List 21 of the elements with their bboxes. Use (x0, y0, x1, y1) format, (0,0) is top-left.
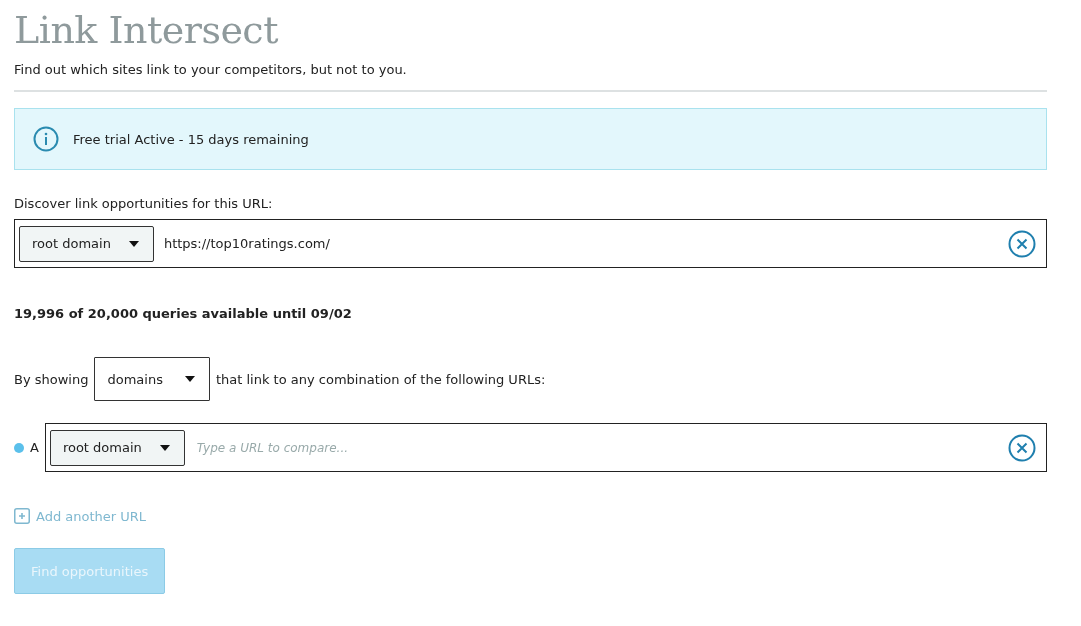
alert-text: Free trial Active - 15 days remaining (73, 131, 309, 147)
clear-icon[interactable] (1008, 229, 1036, 258)
caret-icon (184, 376, 195, 382)
caret-icon (128, 240, 139, 247)
compare-url-field[interactable]: root domain Type a URL to compare... (44, 423, 1047, 472)
url-value: https://top10ratings.com/ (163, 236, 331, 251)
plus-icon (14, 508, 30, 524)
showing-label: By showing (14, 371, 89, 387)
page-subtitle: Find out which sites link to your competitors, but not to you. (14, 62, 408, 77)
scope-dropdown[interactable]: root domain (19, 225, 154, 262)
info-icon (33, 126, 59, 152)
result-type-dropdown[interactable]: domains (94, 357, 210, 401)
url-label: Discover link opportunities for this URL: (14, 196, 274, 211)
page-title: Link Intersect (14, 7, 279, 54)
clear-icon[interactable] (1008, 433, 1036, 462)
scope-dropdown[interactable]: root domain (49, 429, 185, 466)
quota-text: 19,996 of 20,000 queries available until 09/02 (14, 306, 353, 321)
caret-icon (159, 444, 170, 451)
url-field[interactable]: root domain https://top10ratings.com/ (14, 219, 1047, 268)
showing-description: that link to any combination of the following URLs: (215, 371, 546, 387)
competitor-letter: A (30, 440, 39, 455)
